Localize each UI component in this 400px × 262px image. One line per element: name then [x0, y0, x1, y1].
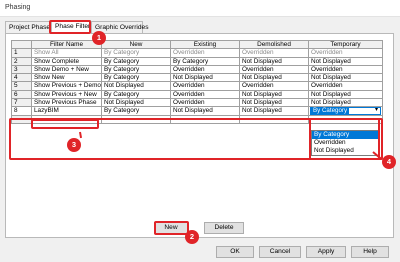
cancel-button[interactable]: Cancel [259, 246, 301, 258]
phase-filters-table: Filter Name New Existing Demolished Temp… [11, 39, 383, 124]
row-number[interactable]: 8 [11, 106, 32, 116]
filter-name-cell[interactable]: Show Previous + Demo [31, 81, 102, 91]
new-cell[interactable]: By Category [101, 73, 171, 83]
existing-cell: Overridden [170, 48, 240, 58]
header-filter-name[interactable]: Filter Name [31, 39, 102, 50]
existing-cell[interactable]: Overridden [170, 89, 240, 100]
new-cell[interactable]: Not Displayed [101, 81, 171, 91]
new-cell[interactable]: By Category [101, 64, 171, 75]
callout-badge-4: 4 [382, 155, 396, 169]
filter-name-cell[interactable]: Show New [31, 73, 102, 83]
temporary-cell[interactable]: Not Displayed [308, 89, 383, 100]
new-cell: By Category [101, 48, 171, 58]
new-cell[interactable]: By Category [101, 106, 171, 116]
callout-badge-2: 2 [185, 230, 199, 244]
highlight-box-dropdown [309, 118, 383, 160]
new-cell[interactable]: Not Displayed [101, 98, 171, 108]
highlight-box-name [31, 119, 99, 129]
row-number[interactable]: 6 [11, 89, 32, 100]
highlight-box-new-button [154, 221, 189, 235]
demolished-cell: Overridden [239, 48, 309, 58]
temporary-dropdown-cell[interactable]: By Category ▾ [308, 106, 383, 116]
title-bar: Phasing [0, 0, 400, 17]
temporary-cell[interactable]: Not Displayed [308, 56, 383, 66]
filter-name-cell[interactable]: LazyBIM [31, 106, 102, 116]
temporary-cell[interactable]: Overridden [308, 81, 383, 91]
temporary-cell: Overridden [308, 48, 383, 58]
temporary-cell[interactable]: Not Displayed [308, 73, 383, 83]
demolished-cell[interactable]: Not Displayed [239, 73, 309, 83]
header-temporary[interactable]: Temporary [308, 39, 383, 50]
demolished-cell[interactable]: Overridden [239, 64, 309, 75]
ok-button[interactable]: OK [216, 246, 254, 258]
existing-cell[interactable]: Not Displayed [170, 106, 240, 116]
demolished-cell[interactable]: Not Displayed [239, 98, 309, 108]
chevron-down-icon[interactable]: ▾ [375, 108, 378, 114]
existing-cell[interactable]: Not Displayed [170, 73, 240, 83]
filter-name-cell[interactable]: Show Complete [31, 56, 102, 66]
row-number[interactable]: 5 [11, 81, 32, 91]
temporary-cell[interactable]: Overridden [308, 64, 383, 75]
header-new[interactable]: New [101, 39, 171, 50]
table-row[interactable]: 3 Show Demo + New By Category Overridden… [11, 64, 383, 75]
row-number[interactable]: 7 [11, 98, 32, 108]
row-number[interactable]: 1 [11, 48, 32, 58]
row-number[interactable]: 4 [11, 73, 32, 83]
new-cell[interactable]: By Category [101, 89, 171, 100]
demolished-cell[interactable]: Not Displayed [239, 106, 309, 116]
tab-project-phases[interactable]: Project Phases [5, 21, 53, 34]
temporary-select-value: By Category [311, 107, 350, 115]
table-row[interactable]: 6 Show Previous + New By Category Overri… [11, 89, 383, 100]
header-rownum [11, 39, 32, 50]
callout-badge-1: 1 [92, 31, 106, 45]
callout-badge-3: 3 [67, 138, 81, 152]
row-number[interactable]: 2 [11, 56, 32, 66]
table-row[interactable]: 1 Show All By Category Overridden Overri… [11, 48, 383, 58]
help-button[interactable]: Help [351, 246, 389, 258]
demolished-cell[interactable]: Overridden [239, 81, 309, 91]
table-row[interactable]: 5 Show Previous + Demo Not Displayed Ove… [11, 81, 383, 91]
temporary-select[interactable]: By Category ▾ [310, 107, 381, 115]
table-header-row: Filter Name New Existing Demolished Temp… [11, 39, 383, 50]
existing-cell[interactable]: By Category [170, 56, 240, 66]
delete-button[interactable]: Delete [204, 222, 244, 234]
table-row-selected[interactable]: 8 LazyBIM By Category Not Displayed Not … [11, 106, 383, 116]
new-cell[interactable]: By Category [101, 56, 171, 66]
temporary-cell[interactable]: Not Displayed [308, 98, 383, 108]
apply-button[interactable]: Apply [306, 246, 346, 258]
filter-name-cell[interactable]: Show Demo + New [31, 64, 102, 75]
table-row[interactable]: 4 Show New By Category Not Displayed Not… [11, 73, 383, 83]
filter-name-cell[interactable]: Show Previous + New [31, 89, 102, 100]
header-demolished[interactable]: Demolished [239, 39, 309, 50]
filter-name-cell: Show All [31, 48, 102, 58]
header-existing[interactable]: Existing [170, 39, 240, 50]
table-row[interactable]: 2 Show Complete By Category By Category … [11, 56, 383, 66]
demolished-cell[interactable]: Not Displayed [239, 56, 309, 66]
highlight-box-phase-filters-tab [49, 20, 91, 34]
row-number[interactable]: 3 [11, 64, 32, 75]
table-row[interactable]: 7 Show Previous Phase Not Displayed Over… [11, 98, 383, 108]
demolished-cell[interactable]: Not Displayed [239, 89, 309, 100]
existing-cell[interactable]: Overridden [170, 64, 240, 75]
existing-cell[interactable]: Overridden [170, 98, 240, 108]
window-title: Phasing [5, 4, 31, 11]
filter-name-cell[interactable]: Show Previous Phase [31, 98, 102, 108]
existing-cell[interactable]: Overridden [170, 81, 240, 91]
